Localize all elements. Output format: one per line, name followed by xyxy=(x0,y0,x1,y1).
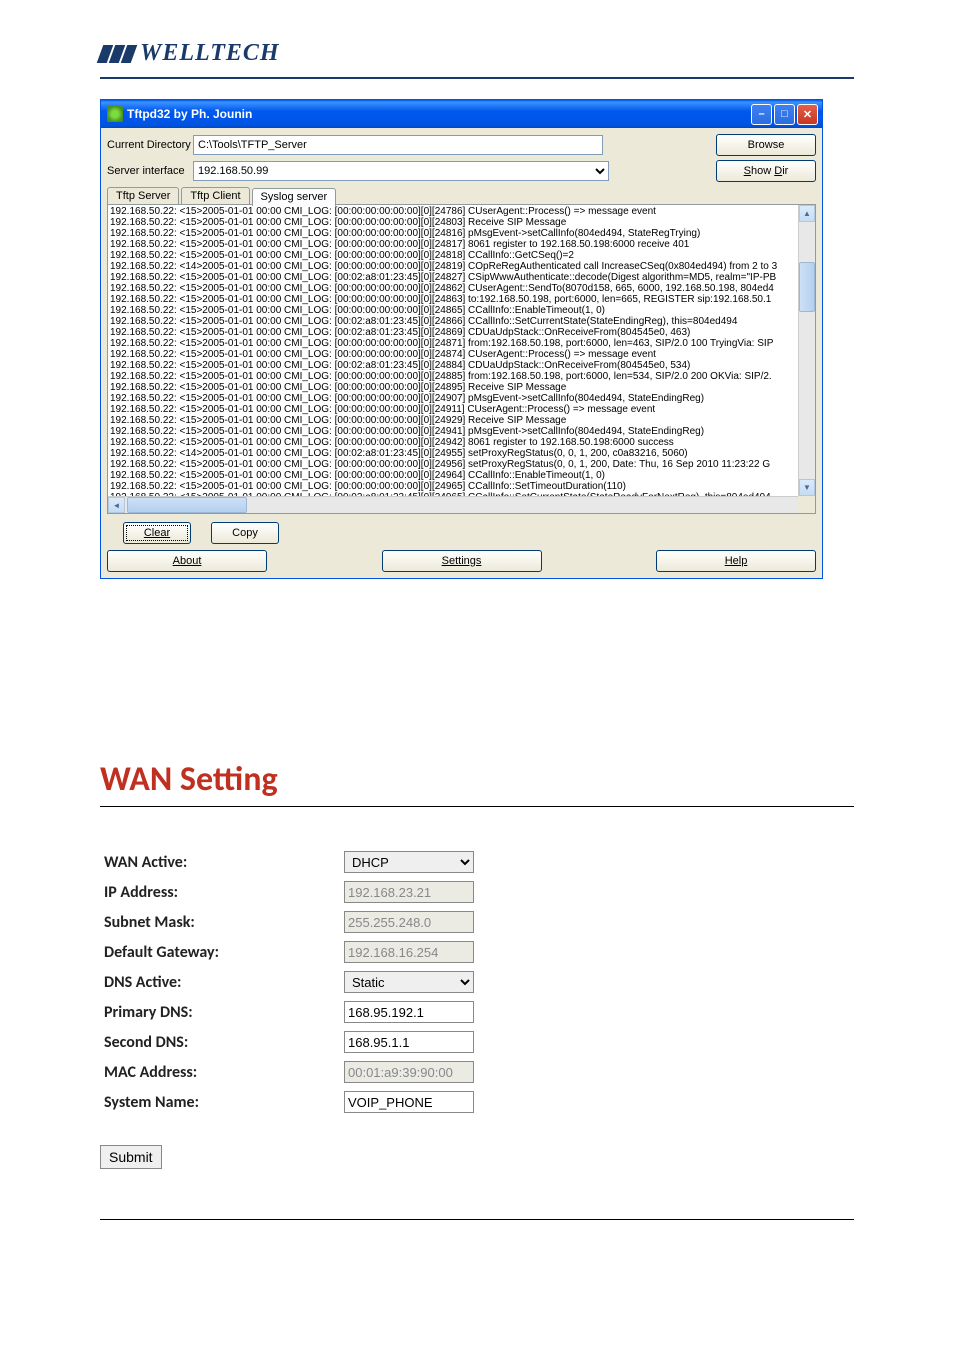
mac-address-label: MAC Address: xyxy=(100,1057,340,1087)
primary-dns-input[interactable] xyxy=(344,1001,474,1023)
scroll-up-icon[interactable]: ▲ xyxy=(799,205,815,222)
log-line[interactable]: 192.168.50.22: <15>2005-01-01 00:00 CMI_… xyxy=(110,481,813,492)
log-line[interactable]: 192.168.50.22: <15>2005-01-01 00:00 CMI_… xyxy=(110,470,813,481)
log-line[interactable]: 192.168.50.22: <14>2005-01-01 00:00 CMI_… xyxy=(110,261,813,272)
log-line[interactable]: 192.168.50.22: <15>2005-01-01 00:00 CMI_… xyxy=(110,437,813,448)
log-line[interactable]: 192.168.50.22: <15>2005-01-01 00:00 CMI_… xyxy=(110,217,813,228)
log-line[interactable]: 192.168.50.22: <15>2005-01-01 00:00 CMI_… xyxy=(110,294,813,305)
scroll-down-icon[interactable]: ▼ xyxy=(799,479,815,496)
log-line[interactable]: 192.168.50.22: <15>2005-01-01 00:00 CMI_… xyxy=(110,305,813,316)
maximize-button[interactable]: □ xyxy=(774,104,795,125)
log-line[interactable]: 192.168.50.22: <15>2005-01-01 00:00 CMI_… xyxy=(110,272,813,283)
vertical-scrollbar[interactable]: ▲ ▼ xyxy=(798,205,815,496)
wan-active-select[interactable]: DHCP xyxy=(344,851,474,873)
app-icon xyxy=(107,106,123,122)
clear-button[interactable]: Clear xyxy=(123,522,191,544)
dns-active-label: DNS Active: xyxy=(100,967,340,997)
wan-settings-table: WAN Active: DHCP IP Address: Subnet Mask… xyxy=(100,847,478,1117)
log-line[interactable]: 192.168.50.22: <14>2005-01-01 00:00 CMI_… xyxy=(110,448,813,459)
wan-rule xyxy=(100,806,854,807)
log-line[interactable]: 192.168.50.22: <15>2005-01-01 00:00 CMI_… xyxy=(110,327,813,338)
primary-dns-label: Primary DNS: xyxy=(100,997,340,1027)
second-dns-label: Second DNS: xyxy=(100,1027,340,1057)
log-line[interactable]: 192.168.50.22: <15>2005-01-01 00:00 CMI_… xyxy=(110,382,813,393)
mac-address-input xyxy=(344,1061,474,1083)
default-gateway-label: Default Gateway: xyxy=(100,937,340,967)
wan-heading: WAN Setting xyxy=(100,759,854,800)
showdir-button[interactable]: Show Dir xyxy=(716,160,816,182)
minimize-button[interactable]: – xyxy=(751,104,772,125)
hscroll-thumb[interactable] xyxy=(127,497,247,513)
log-line[interactable]: 192.168.50.22: <15>2005-01-01 00:00 CMI_… xyxy=(110,250,813,261)
dns-active-select[interactable]: Static xyxy=(344,971,474,993)
syslog-log-box[interactable]: 192.168.50.22: <15>2005-01-01 00:00 CMI_… xyxy=(107,204,816,514)
header-divider xyxy=(100,77,854,79)
log-line[interactable]: 192.168.50.22: <15>2005-01-01 00:00 CMI_… xyxy=(110,404,813,415)
subnet-mask-label: Subnet Mask: xyxy=(100,907,340,937)
tab-tftp-server[interactable]: Tftp Server xyxy=(107,187,179,205)
welltech-logo: WELLTECH xyxy=(100,40,854,67)
log-line[interactable]: 192.168.50.22: <15>2005-01-01 00:00 CMI_… xyxy=(110,338,813,349)
about-button[interactable]: About xyxy=(107,550,267,572)
log-line[interactable]: 192.168.50.22: <15>2005-01-01 00:00 CMI_… xyxy=(110,283,813,294)
tab-bar: Tftp Server Tftp Client Syslog server xyxy=(107,186,816,204)
log-line[interactable]: 192.168.50.22: <15>2005-01-01 00:00 CMI_… xyxy=(110,426,813,437)
log-line[interactable]: 192.168.50.22: <15>2005-01-01 00:00 CMI_… xyxy=(110,459,813,470)
server-if-label: Server interface xyxy=(107,165,193,177)
copy-button[interactable]: Copy xyxy=(211,522,279,544)
system-name-input[interactable] xyxy=(344,1091,474,1113)
server-if-select[interactable]: 192.168.50.99 xyxy=(193,161,609,181)
ip-address-label: IP Address: xyxy=(100,877,340,907)
log-line[interactable]: 192.168.50.22: <15>2005-01-01 00:00 CMI_… xyxy=(110,316,813,327)
footer-rule xyxy=(100,1219,854,1220)
tab-syslog-server[interactable]: Syslog server xyxy=(252,188,337,206)
browse-button[interactable]: Browse xyxy=(716,134,816,156)
horizontal-scrollbar[interactable]: ◄ ► xyxy=(108,496,815,513)
log-line[interactable]: 192.168.50.22: <15>2005-01-01 00:00 CMI_… xyxy=(110,393,813,404)
help-button[interactable]: Help xyxy=(656,550,816,572)
submit-button[interactable]: Submit xyxy=(100,1145,162,1169)
scroll-thumb[interactable] xyxy=(799,262,815,312)
log-line[interactable]: 192.168.50.22: <15>2005-01-01 00:00 CMI_… xyxy=(110,360,813,371)
log-line[interactable]: 192.168.50.22: <15>2005-01-01 00:00 CMI_… xyxy=(110,206,813,217)
current-dir-input[interactable] xyxy=(193,135,603,155)
log-line[interactable]: 192.168.50.22: <15>2005-01-01 00:00 CMI_… xyxy=(110,239,813,250)
log-line[interactable]: 192.168.50.22: <15>2005-01-01 00:00 CMI_… xyxy=(110,228,813,239)
close-button[interactable]: ✕ xyxy=(797,104,818,125)
tftpd32-window: Tftpd32 by Ph. Jounin – □ ✕ Current Dire… xyxy=(100,99,823,579)
ip-address-input xyxy=(344,881,474,903)
log-line[interactable]: 192.168.50.22: <15>2005-01-01 00:00 CMI_… xyxy=(110,415,813,426)
log-line[interactable]: 192.168.50.22: <15>2005-01-01 00:00 CMI_… xyxy=(110,371,813,382)
scroll-left-icon[interactable]: ◄ xyxy=(108,497,125,513)
current-dir-label: Current Directory xyxy=(107,139,193,151)
wan-active-label: WAN Active: xyxy=(100,847,340,877)
tab-tftp-client[interactable]: Tftp Client xyxy=(181,187,249,205)
second-dns-input[interactable] xyxy=(344,1031,474,1053)
titlebar[interactable]: Tftpd32 by Ph. Jounin – □ ✕ xyxy=(101,100,822,128)
window-title: Tftpd32 by Ph. Jounin xyxy=(127,107,751,121)
system-name-label: System Name: xyxy=(100,1087,340,1117)
settings-button[interactable]: Settings xyxy=(382,550,542,572)
default-gateway-input xyxy=(344,941,474,963)
log-line[interactable]: 192.168.50.22: <15>2005-01-01 00:00 CMI_… xyxy=(110,349,813,360)
subnet-mask-input xyxy=(344,911,474,933)
